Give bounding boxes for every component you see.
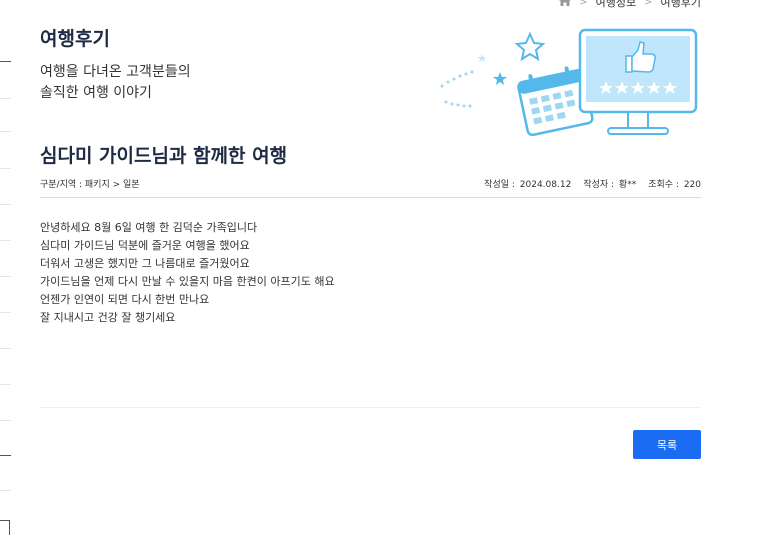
post-body-line: 더워서 고생은 했지만 그 나름대로 즐거웠어요 xyxy=(40,257,250,270)
rail-tick xyxy=(0,240,11,241)
rail-tick xyxy=(0,384,11,385)
rail-tick xyxy=(0,420,11,421)
rail-tick xyxy=(0,61,11,62)
meta-divider xyxy=(40,197,701,198)
star-icon xyxy=(478,54,486,62)
post-body-line: 가이드님을 언제 다시 만날 수 있을지 마음 한켠이 아프기도 해요 xyxy=(40,275,335,288)
post-body: 안녕하세요 8월 6일 여행 한 김덕순 가족입니다 심다미 가이드님 덕분에 … xyxy=(40,219,335,327)
rail-corner xyxy=(0,520,10,535)
body-divider xyxy=(40,407,701,408)
page-subtitle-line: 솔직한 여행 이야기 xyxy=(40,85,152,101)
chevron-right-icon: > xyxy=(644,0,653,8)
post-views: 조회수 : 220 xyxy=(648,177,701,190)
post-author: 작성자 : 황** xyxy=(583,177,636,190)
post-author-label: 작성자 : xyxy=(583,180,615,190)
review-illustration xyxy=(440,28,698,137)
post-date-label: 작성일 : xyxy=(484,180,515,190)
page-subtitle: 여행을 다녀온 고객분들의 솔직한 여행 이야기 xyxy=(40,62,191,104)
rail-tick xyxy=(0,168,11,169)
rail-tick xyxy=(0,98,11,99)
post-date-value: 2024.08.12 xyxy=(519,180,572,190)
page-title: 여행후기 xyxy=(40,28,110,50)
rail-tick xyxy=(0,348,11,349)
rail-tick xyxy=(0,312,11,313)
list-button[interactable]: 목록 xyxy=(633,430,701,459)
post-category: 구분/지역 : 패키지 > 일본 xyxy=(40,180,140,190)
page-subtitle-line: 여행을 다녀온 고객분들의 xyxy=(40,64,191,80)
rail-tick xyxy=(0,204,11,205)
post-body-line: 안녕하세요 8월 6일 여행 한 김덕순 가족입니다 xyxy=(40,221,258,234)
star-icon xyxy=(493,72,507,85)
chevron-right-icon: > xyxy=(579,0,588,8)
star-icon xyxy=(514,31,546,62)
rail-tick xyxy=(0,490,11,491)
rail-tick xyxy=(0,455,11,456)
rail-tick xyxy=(0,276,11,277)
post-date: 작성일 : 2024.08.12 xyxy=(484,177,571,190)
left-edge-rail xyxy=(0,0,12,535)
post-views-value: 220 xyxy=(683,180,701,190)
post-body-line: 언젠가 인연이 되면 다시 한번 만나요 xyxy=(40,293,210,306)
post-meta-info: 작성일 : 2024.08.12 작성자 : 황** 조회수 : 220 xyxy=(484,177,701,190)
breadcrumb-item-travel-review[interactable]: 여행후기 xyxy=(661,0,701,10)
post-body-line: 심다미 가이드님 덕분에 즐거운 여행을 했어요 xyxy=(40,239,250,252)
home-icon[interactable] xyxy=(559,0,572,9)
post-title: 심다미 가이드님과 함께한 여행 xyxy=(40,145,288,167)
rail-tick xyxy=(0,131,11,132)
breadcrumb: > 여행정보 > 여행후기 xyxy=(559,0,701,10)
breadcrumb-item-travel-info[interactable]: 여행정보 xyxy=(596,0,636,10)
post-body-line: 잘 지내시고 건강 잘 챙기세요 xyxy=(40,311,176,324)
post-author-value: 황** xyxy=(618,180,637,190)
decorative-dots xyxy=(440,70,474,108)
post-views-label: 조회수 : xyxy=(648,180,679,190)
